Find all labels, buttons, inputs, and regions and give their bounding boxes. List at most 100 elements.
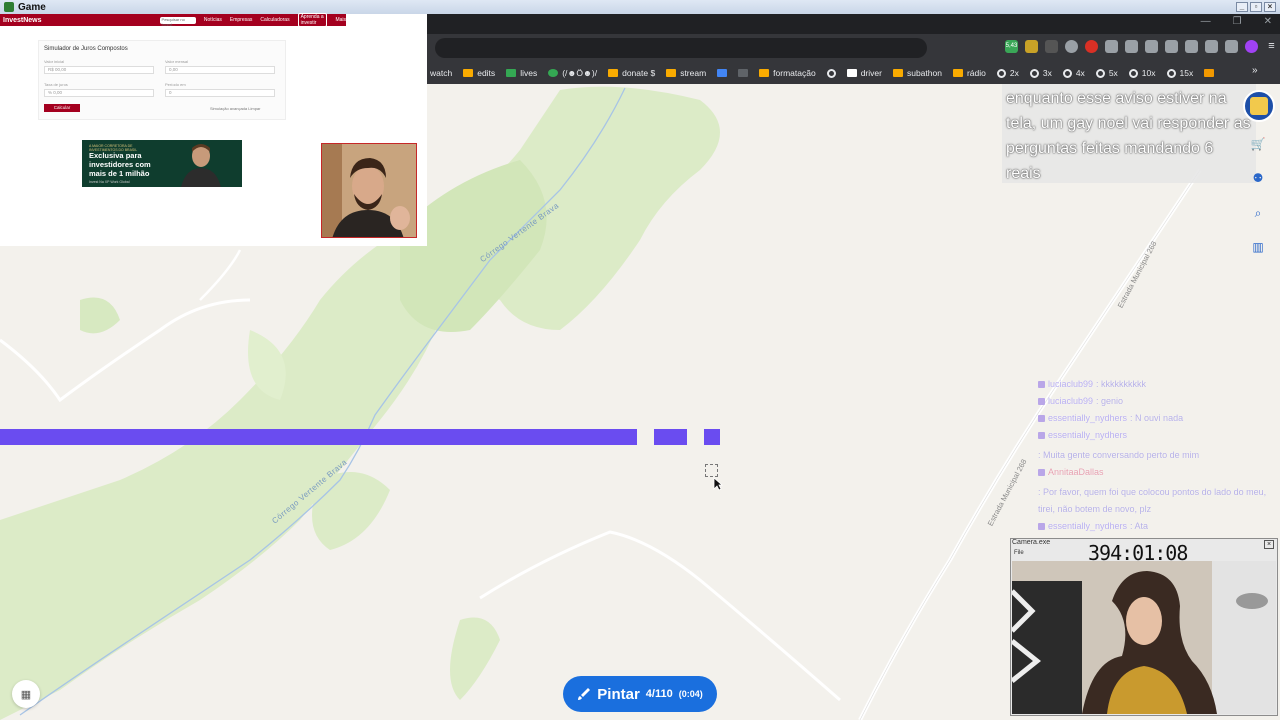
bookmark-item[interactable]: lives xyxy=(506,68,537,78)
site-nav-item: Notícias xyxy=(203,17,222,23)
address-bar[interactable] xyxy=(435,38,927,58)
extension-icons: 5,43 ≡ xyxy=(1005,40,1278,53)
bookmark-item[interactable]: 15x xyxy=(1166,68,1193,78)
cart-icon[interactable]: 🛒 xyxy=(1250,137,1266,153)
bookmark-item[interactable]: formatação xyxy=(759,68,816,78)
simulator-links: Simulação avançada Limpar xyxy=(210,106,261,111)
sim-field-label: Taxa de juros xyxy=(44,82,68,87)
bookmark-item[interactable]: edits xyxy=(463,68,495,78)
puzzle-icon[interactable] xyxy=(1145,40,1158,53)
search-icon[interactable]: ⌕ xyxy=(1250,206,1266,222)
browser-minimize-icon[interactable]: — xyxy=(1201,16,1211,27)
browser-menu-icon[interactable]: ≡ xyxy=(1265,40,1278,53)
ad-headline: Exclusiva para investidores com mais de … xyxy=(89,151,151,178)
badge-icon xyxy=(1038,415,1045,422)
shield-icon[interactable] xyxy=(1225,40,1238,53)
globe-icon xyxy=(996,68,1006,78)
bookmark-item[interactable]: stream xyxy=(666,68,706,78)
window-title: Game xyxy=(18,1,46,13)
chat-overlay: luciaclub99: kkkkkkkkkk luciaclub99: gen… xyxy=(1038,376,1278,535)
window-titlebar: Game _ ▫ × xyxy=(0,0,1280,14)
calculate-button: Calcular xyxy=(44,104,80,112)
cast-icon[interactable] xyxy=(1185,40,1198,53)
chat-message: essentially_nydhers: N ouvi nada xyxy=(1038,410,1278,427)
more-bookmarks-icon[interactable]: » xyxy=(1252,65,1258,76)
paint-button-label: Pintar xyxy=(597,685,640,703)
profile-avatar[interactable] xyxy=(1245,40,1258,53)
extension-icon[interactable] xyxy=(1105,40,1118,53)
extension-icon[interactable] xyxy=(1025,40,1038,53)
bookmark-item[interactable]: driver xyxy=(846,68,882,78)
sim-field: 0,00 xyxy=(165,66,275,74)
badge-icon xyxy=(1038,381,1045,388)
webcam-title: Camera.exe xyxy=(1012,539,1051,546)
streamer-webcam xyxy=(1012,561,1276,714)
sim-field: R$ 00,00 xyxy=(44,66,154,74)
paint-button[interactable]: Pintar 4/110 (0:04) xyxy=(563,676,717,712)
bookmark-item[interactable] xyxy=(717,69,728,77)
sim-field-label: Valor mensal xyxy=(165,59,189,64)
webcam-menu: File xyxy=(1014,550,1024,556)
globe-icon xyxy=(1095,68,1105,78)
globe-icon xyxy=(1029,68,1039,78)
bookmarks-bar: watch edits lives (/☻Ö☻)/ donate $ strea… xyxy=(427,62,1280,84)
pixel-selector[interactable] xyxy=(705,464,718,477)
bookmark-icon xyxy=(717,69,728,77)
globe-icon xyxy=(1062,68,1072,78)
sim-field-label: Valor inicial xyxy=(44,59,65,64)
map-menu-button[interactable]: ▦ xyxy=(12,680,40,708)
extension-icon[interactable] xyxy=(1085,40,1098,53)
bookmark-item[interactable] xyxy=(738,69,749,77)
site-header: InvestNews Pesquisar no Invest... Notíci… xyxy=(0,13,346,27)
brush-icon xyxy=(578,688,591,700)
chat-message: essentially_nydhers: Ata xyxy=(1038,518,1278,535)
user-avatar[interactable] xyxy=(1243,90,1275,122)
folder-icon xyxy=(463,69,474,77)
bookmark-item[interactable]: watch xyxy=(430,68,452,78)
painted-stroke xyxy=(654,429,687,445)
extension-icon[interactable] xyxy=(1065,40,1078,53)
sim-field: 0 xyxy=(165,89,275,97)
site-search: Pesquisar no Invest... xyxy=(159,16,196,27)
bookmark-item[interactable]: 10x xyxy=(1128,68,1156,78)
minimize-button[interactable]: _ xyxy=(1236,2,1248,12)
close-button[interactable]: × xyxy=(1264,2,1276,12)
bookmark-item[interactable]: donate $ xyxy=(608,68,655,78)
badge-icon xyxy=(1038,523,1045,530)
maximize-button[interactable]: ▫ xyxy=(1250,2,1262,12)
extension-badge[interactable]: 5,43 xyxy=(1005,40,1018,53)
bookmark-item[interactable] xyxy=(1204,69,1215,77)
leaderboard-icon[interactable]: ▥ xyxy=(1250,240,1266,256)
creator-webcam xyxy=(321,143,417,238)
bookmark-item[interactable]: 5x xyxy=(1095,68,1118,78)
globe-icon xyxy=(1166,68,1176,78)
bookmark-item[interactable]: (/☻Ö☻)/ xyxy=(548,68,597,78)
plus-icon xyxy=(506,69,517,77)
badge-icon xyxy=(1038,432,1045,439)
extension-icon[interactable] xyxy=(1045,40,1058,53)
bookmark-item[interactable]: rádio xyxy=(952,68,986,78)
bookmark-icon xyxy=(1204,69,1215,77)
bookmark-item[interactable]: 3x xyxy=(1029,68,1052,78)
globe-icon xyxy=(826,68,836,78)
extension-icon[interactable] xyxy=(1205,40,1218,53)
sidebar-icon[interactable] xyxy=(1165,40,1178,53)
browser-close-icon[interactable]: ✕ xyxy=(1264,16,1272,27)
folder-icon xyxy=(952,69,963,77)
site-logo: InvestNews xyxy=(3,16,42,24)
browser-restore-icon[interactable]: ❐ xyxy=(1233,16,1242,27)
extension-icon[interactable] xyxy=(1125,40,1138,53)
simulator-title: Simulador de Juros Compostos xyxy=(44,46,128,52)
page-icon xyxy=(846,69,857,77)
folder-icon xyxy=(759,69,770,77)
sim-field: % 0,00 xyxy=(44,89,154,97)
browser-tabstrip xyxy=(427,14,1280,34)
chat-message: luciaclub99: genio xyxy=(1038,393,1278,410)
bookmark-item[interactable]: subathon xyxy=(892,68,942,78)
chat-message: essentially_nydhers: Muita gente convers… xyxy=(1038,430,1200,460)
bookmark-item[interactable] xyxy=(826,68,836,78)
browser-window-controls: — ❐ ✕ xyxy=(1201,16,1272,27)
bookmark-item[interactable]: 2x xyxy=(996,68,1019,78)
people-icon[interactable]: ⚉ xyxy=(1250,171,1266,187)
bookmark-item[interactable]: 4x xyxy=(1062,68,1085,78)
